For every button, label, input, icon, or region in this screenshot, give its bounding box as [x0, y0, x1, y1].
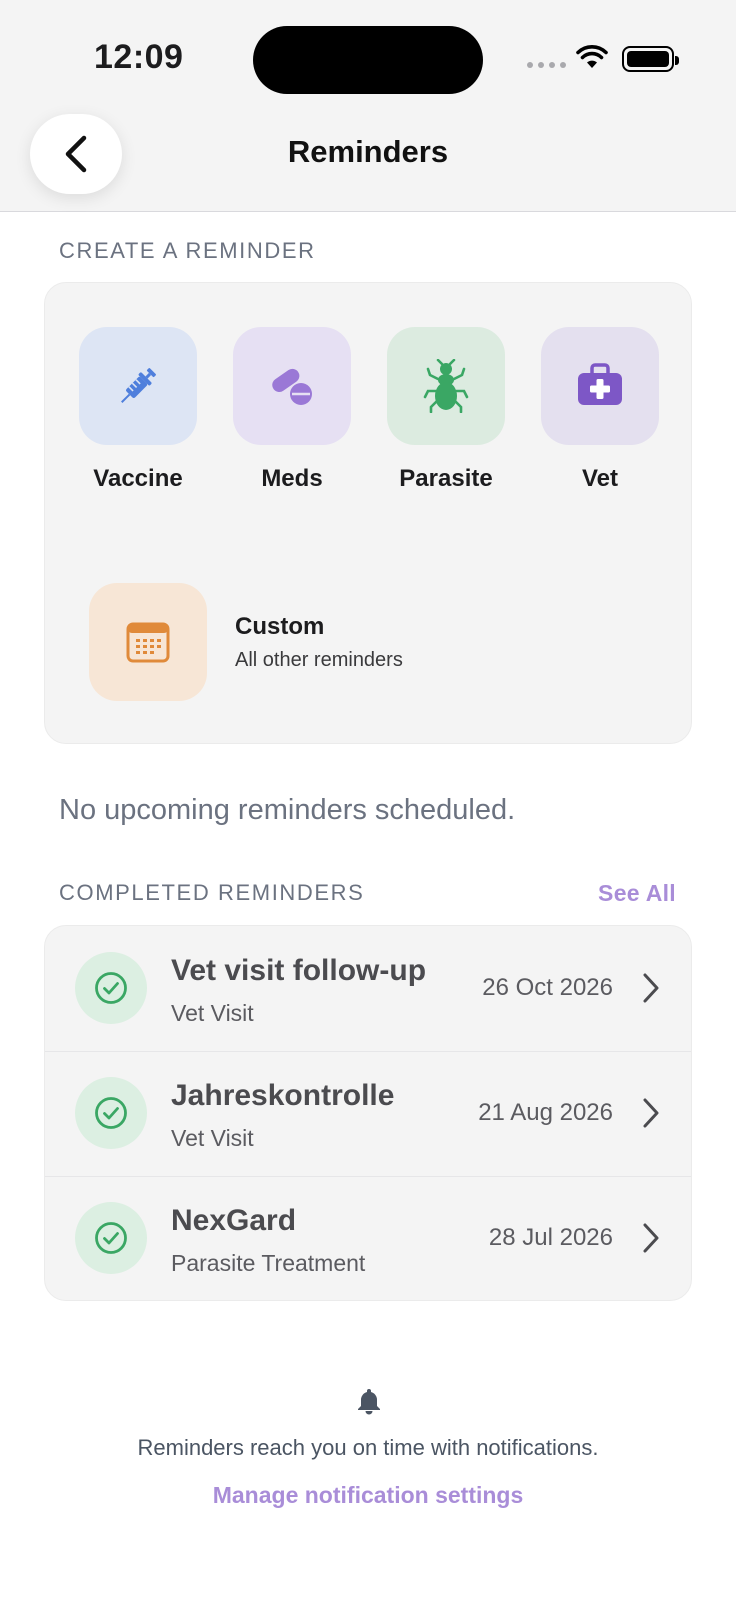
reminder-type: Vet Visit — [171, 1000, 254, 1026]
page-title: Reminders — [287, 134, 449, 169]
check-circle-icon — [75, 1202, 147, 1274]
vet-tile — [541, 327, 659, 445]
dynamic-island — [253, 26, 483, 94]
battery-icon — [622, 46, 679, 72]
category-meds[interactable]: Meds — [233, 327, 351, 493]
check-circle-icon — [75, 952, 147, 1024]
completed-section-label: COMPLETED REMINDERS — [59, 880, 365, 905]
meds-tile — [233, 327, 351, 445]
manage-notifications-link[interactable]: Manage notification settings — [0, 1482, 736, 1509]
custom-reminder-option[interactable]: Custom All other reminders — [89, 583, 649, 701]
parasite-tile — [387, 327, 505, 445]
custom-tile — [89, 583, 207, 701]
bug-icon — [423, 359, 469, 413]
completed-reminder-row[interactable]: Jahreskontrolle Vet Visit 21 Aug 2026 — [45, 1051, 691, 1176]
category-label: Vet — [581, 465, 619, 492]
medkit-icon — [578, 363, 622, 405]
cellular-signal-icon — [527, 62, 566, 68]
category-label: Meds — [261, 465, 323, 492]
check-circle-icon — [75, 1077, 147, 1149]
category-parasite[interactable]: Parasite — [387, 327, 505, 493]
see-all-link[interactable]: See All — [598, 880, 676, 907]
calendar-icon — [126, 622, 170, 663]
completed-reminders-list: Vet visit follow-up Vet Visit 26 Oct 202… — [44, 925, 692, 1301]
create-section-label: CREATE A REMINDER — [59, 238, 316, 263]
syringe-icon — [121, 368, 156, 403]
bell-icon — [358, 1389, 380, 1415]
reminder-type: Parasite Treatment — [171, 1250, 366, 1276]
notification-note: Reminders reach you on time with notific… — [137, 1435, 599, 1460]
pill-icon — [272, 368, 312, 405]
reminder-type: Vet Visit — [171, 1125, 254, 1151]
custom-subtitle: All other reminders — [235, 649, 403, 671]
chevron-right-icon — [643, 973, 659, 1003]
category-vet[interactable]: Vet — [541, 327, 659, 493]
create-reminder-card: Vaccine Meds Parasite Vet Custom All oth… — [44, 282, 692, 744]
category-vaccine[interactable]: Vaccine — [79, 327, 197, 493]
reminder-date: 28 Jul 2026 — [488, 1224, 613, 1251]
category-label: Vaccine — [93, 465, 183, 492]
reminder-title: Vet visit follow-up — [171, 954, 427, 987]
row-divider — [45, 1051, 691, 1052]
chevron-right-icon — [643, 1098, 659, 1128]
top-bar: 12:09 Reminders — [0, 0, 736, 212]
no-upcoming-message: No upcoming reminders scheduled. — [59, 794, 516, 826]
completed-reminder-row[interactable]: NexGard Parasite Treatment 28 Jul 2026 — [45, 1176, 691, 1300]
custom-title: Custom — [235, 613, 325, 640]
vaccine-tile — [79, 327, 197, 445]
completed-reminder-row[interactable]: Vet visit follow-up Vet Visit 26 Oct 202… — [45, 926, 691, 1051]
reminder-date: 21 Aug 2026 — [478, 1099, 613, 1126]
status-time: 12:09 — [94, 38, 184, 76]
reminder-date: 26 Oct 2026 — [482, 974, 613, 1001]
row-divider — [45, 1176, 691, 1177]
reminder-title: Jahreskontrolle — [171, 1079, 395, 1112]
category-label: Parasite — [399, 465, 493, 492]
wifi-icon — [576, 44, 608, 75]
reminder-title: NexGard — [171, 1204, 297, 1237]
chevron-right-icon — [643, 1223, 659, 1253]
